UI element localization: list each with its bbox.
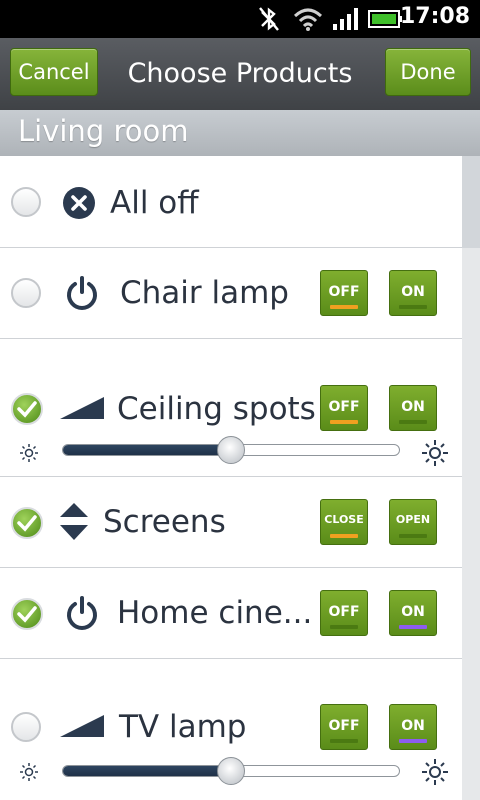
x-circle-icon — [63, 187, 95, 219]
selected-checkmark[interactable] — [11, 393, 43, 425]
bluetooth-off-icon — [259, 7, 279, 31]
select-radio[interactable] — [11, 712, 41, 742]
status-bar: 17:08 — [0, 0, 480, 38]
close-button[interactable]: CLOSE — [320, 499, 368, 545]
brightness-high-icon — [422, 759, 448, 785]
off-button[interactable]: OFF — [320, 270, 368, 316]
section-title: Living room — [18, 114, 189, 148]
off-button[interactable]: OFF — [320, 590, 368, 636]
off-button[interactable]: OFF — [320, 704, 368, 750]
selected-checkmark[interactable] — [11, 507, 43, 539]
title-bar: Cancel Choose Products Done — [0, 38, 480, 110]
power-icon — [67, 276, 97, 310]
signal-icon — [333, 8, 358, 30]
level-slider-fill — [63, 445, 232, 455]
list-item[interactable]: All off — [0, 156, 462, 248]
on-button[interactable]: ON — [389, 704, 437, 750]
select-radio[interactable] — [11, 278, 41, 308]
battery-icon — [368, 10, 402, 28]
scrollbar-track[interactable] — [462, 156, 480, 800]
list-item[interactable]: Chair lamp OFF ON — [0, 248, 462, 339]
device-name: All off — [110, 185, 199, 221]
list-item[interactable]: TV lamp OFF ON — [0, 659, 462, 800]
select-radio[interactable] — [11, 187, 41, 217]
list-item[interactable]: Screens CLOSE OPEN — [0, 477, 462, 568]
level-slider-fill — [63, 766, 232, 776]
status-time: 17:08 — [399, 4, 470, 29]
device-name: Home cine... — [117, 595, 313, 631]
on-button[interactable]: ON — [389, 385, 437, 431]
selected-checkmark[interactable] — [11, 598, 43, 630]
open-button[interactable]: OPEN — [389, 499, 437, 545]
off-button[interactable]: OFF — [320, 385, 368, 431]
up-down-icon — [60, 503, 88, 540]
on-button[interactable]: ON — [389, 270, 437, 316]
level-slider-thumb[interactable] — [217, 436, 245, 464]
section-header: Living room — [0, 110, 480, 156]
brightness-low-icon — [20, 444, 38, 462]
on-button[interactable]: ON — [389, 590, 437, 636]
device-name: Ceiling spots — [117, 391, 316, 427]
done-button[interactable]: Done — [385, 48, 471, 96]
device-name: Chair lamp — [120, 275, 289, 311]
dimmer-icon — [60, 715, 104, 737]
list-item[interactable]: Ceiling spots OFF ON — [0, 339, 462, 477]
wifi-icon — [293, 8, 323, 31]
brightness-low-icon — [20, 763, 38, 781]
device-name: Screens — [103, 504, 226, 540]
brightness-high-icon — [422, 440, 448, 466]
level-slider-thumb[interactable] — [217, 757, 245, 785]
list-item[interactable]: Home cine... OFF ON — [0, 568, 462, 659]
power-icon — [67, 596, 97, 630]
dimmer-icon — [60, 397, 104, 419]
device-name: TV lamp — [119, 709, 247, 745]
